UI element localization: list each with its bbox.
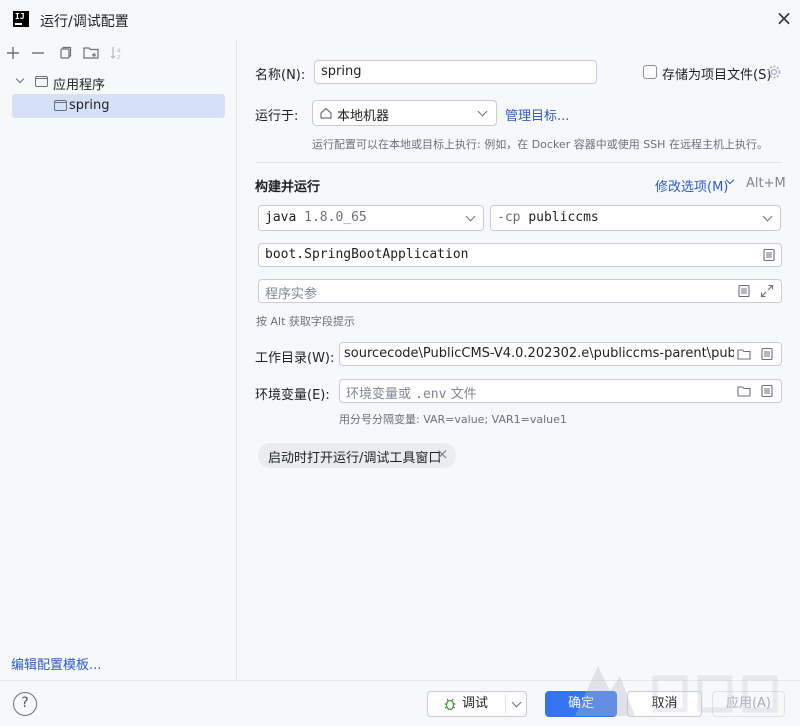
build-and-run-header: 构建并运行 [255,180,321,195]
alt-hint: 按 Alt 获取字段提示 [256,315,355,328]
run-on-select[interactable]: 本地机器 [312,100,497,126]
dialog-button-bar: ? 调试 确定 取消 应用(A) [0,680,800,726]
jdk-version: 1.8.0_65 [304,210,367,225]
working-dir-label: 工作目录(W): [255,351,335,366]
svg-text:z: z [117,54,120,61]
cp-value: publiccms [528,210,599,225]
expand-icon[interactable] [759,283,775,299]
chevron-down-icon [465,211,476,222]
debug-label: 调试 [462,696,489,711]
ok-button[interactable]: 确定 [545,691,617,717]
name-value: spring [321,64,362,79]
main-class-input[interactable]: boot.SpringBootApplication [258,243,782,267]
manage-targets-link[interactable]: 管理目标... [505,105,569,124]
list-icon[interactable] [761,247,777,263]
env-hint: 用分号分隔变量: VAR=value; VAR1=value1 [339,413,567,426]
plus-icon[interactable] [4,44,22,62]
apply-button[interactable]: 应用(A) [712,691,785,717]
option-tag-label: 启动时打开运行/调试工具窗口 [268,451,442,466]
svg-text:a: a [117,47,121,54]
main-class-value: boot.SpringBootApplication [265,247,469,262]
chevron-down-icon [762,211,773,222]
jdk-name: java [265,210,297,225]
tree-item-spring[interactable]: spring [12,94,225,118]
program-args-placeholder: 程序实参 [265,287,318,302]
list-icon[interactable] [759,383,775,399]
tree-item-label: spring [69,98,110,113]
configurations-panel: az 应用程序 spring 编辑配置模板... [0,40,237,680]
minus-icon[interactable] [29,44,47,62]
list-icon[interactable] [759,346,775,362]
modify-options-link[interactable]: 修改选项(M) [655,176,728,195]
debug-button[interactable]: 调试 [427,691,527,717]
sort-icon[interactable]: az [108,44,126,62]
application-icon [35,76,48,87]
chevron-down-icon[interactable] [511,697,522,708]
debug-bug-icon [444,698,456,711]
tree-group-label: 应用程序 [53,78,106,93]
home-icon [320,107,332,119]
new-folder-icon[interactable] [82,44,100,62]
modify-options-shortcut: Alt+M [746,176,786,191]
gear-icon[interactable] [766,64,782,80]
run-on-hint: 运行配置可以在本地或目标上执行: 例如，在 Docker 容器中或使用 SSH … [312,138,768,151]
store-as-project-file-checkbox[interactable] [643,65,657,79]
program-args-input[interactable]: 程序实参 [258,279,782,303]
folder-icon[interactable] [736,346,752,362]
env-placeholder-prefix: 环境变量或 [346,387,412,402]
working-dir-input[interactable]: sourcecode\PublicCMS-V4.0.202302.e\publi… [339,342,782,366]
env-label: 环境变量(E): [255,388,330,403]
env-placeholder-suffix: 文件 [450,387,477,402]
chevron-down-icon[interactable] [15,74,25,84]
divider [255,162,782,163]
env-placeholder-mono: .env [415,387,447,402]
close-button[interactable]: × [774,8,794,29]
folder-icon[interactable] [736,383,752,399]
application-config-icon [54,100,67,111]
env-input[interactable]: 环境变量或 .env 文件 [339,379,782,403]
remove-tag-icon[interactable]: × [436,445,449,463]
tree-group-application[interactable]: 应用程序 [12,71,225,93]
cancel-button[interactable]: 取消 [627,691,702,717]
working-dir-value: sourcecode\PublicCMS-V4.0.202302.e\publi… [344,346,734,361]
store-as-project-file-label[interactable]: 存储为项目文件(S) [662,64,771,83]
name-input[interactable]: spring [314,60,597,84]
intellij-logo-icon: IJ [13,11,29,27]
classpath-select[interactable]: -cp publiccms [490,205,781,231]
chevron-down-icon [477,106,488,117]
window-title: 运行/调试配置 [40,14,129,30]
run-on-value: 本地机器 [337,109,390,124]
run-on-label: 运行于: [255,109,299,124]
list-icon[interactable] [736,283,752,299]
copy-icon[interactable] [56,44,74,62]
title-bar: IJ 运行/调试配置 × [0,0,800,40]
option-tag[interactable]: 启动时打开运行/调试工具窗口 × [258,443,456,468]
name-label: 名称(N): [255,68,306,83]
debug-split-divider [505,695,506,713]
jdk-select[interactable]: java 1.8.0_65 [258,205,484,231]
help-button[interactable]: ? [13,692,37,716]
cp-flag: -cp [497,210,521,225]
edit-templates-link[interactable]: 编辑配置模板... [11,654,101,673]
